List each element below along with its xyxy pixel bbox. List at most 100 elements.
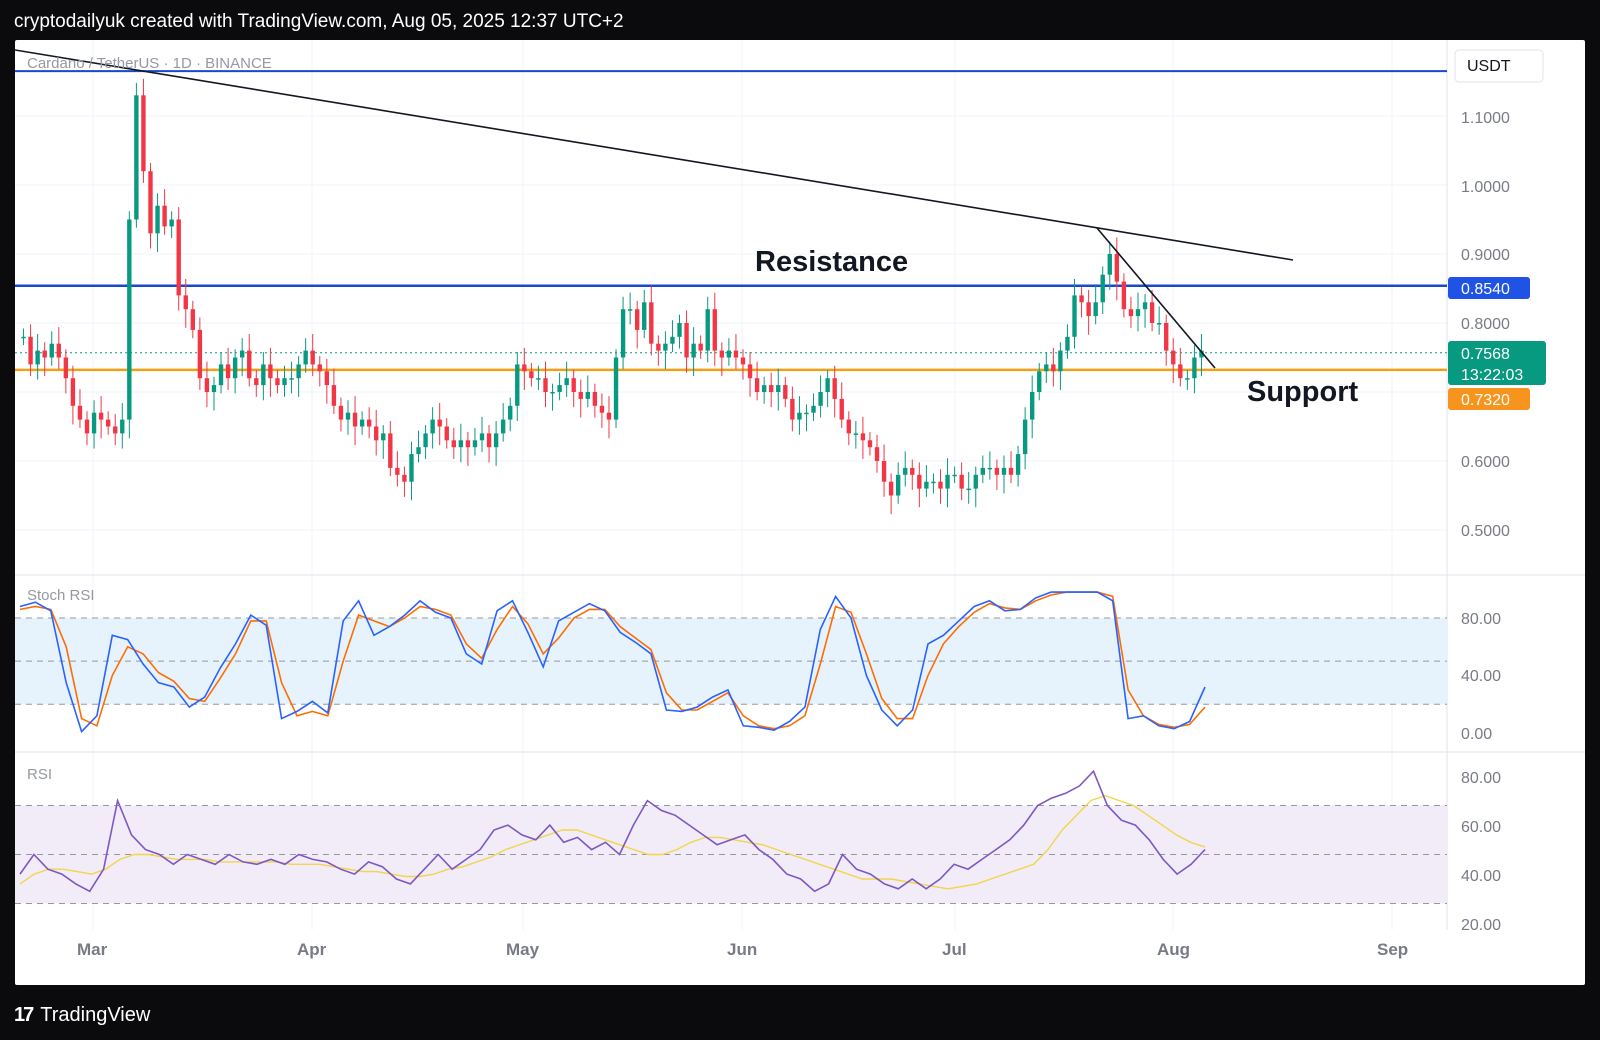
candle-body bbox=[395, 467, 400, 475]
candle-body bbox=[783, 385, 788, 399]
x-tick-apr: Apr bbox=[297, 940, 327, 959]
candle-body bbox=[352, 412, 358, 427]
candle-body bbox=[21, 336, 26, 339]
candle-body bbox=[77, 405, 83, 420]
candle-body bbox=[1030, 392, 1035, 420]
candle-body bbox=[853, 433, 859, 435]
candle-body bbox=[1185, 378, 1190, 380]
candle-body bbox=[345, 412, 351, 420]
candle-body bbox=[719, 350, 725, 358]
candle-body bbox=[35, 350, 40, 365]
candle-body bbox=[910, 467, 915, 475]
candle-body bbox=[818, 392, 823, 406]
candle-body bbox=[987, 467, 993, 470]
candle-body bbox=[761, 385, 767, 392]
chart-title: Cardano / TetherUS · 1D · BINANCE bbox=[27, 55, 272, 72]
price-tick-6: 0.5000 bbox=[1461, 523, 1510, 540]
candle-body bbox=[536, 378, 541, 380]
price-tick-5: 0.6000 bbox=[1461, 454, 1510, 471]
candle-body bbox=[42, 350, 47, 358]
candle-body bbox=[1121, 281, 1127, 310]
candle-body bbox=[550, 392, 555, 394]
candle-body bbox=[1142, 302, 1148, 310]
grid-lines bbox=[15, 40, 1585, 930]
rsi-tick-40: 40.00 bbox=[1461, 868, 1501, 885]
tradingview-footer[interactable]: 17 TradingView bbox=[14, 1004, 150, 1027]
stoch-tick-0: 0.00 bbox=[1461, 726, 1492, 743]
candle-body bbox=[113, 426, 118, 434]
candle-body bbox=[1079, 295, 1084, 303]
tradingview-logo-icon: 17 bbox=[14, 1004, 34, 1026]
candle-body bbox=[698, 343, 703, 351]
candle-body bbox=[91, 412, 97, 434]
candle-body bbox=[564, 378, 569, 386]
candle-body bbox=[63, 357, 69, 379]
candle-body bbox=[1149, 302, 1155, 323]
candle-body bbox=[303, 350, 308, 365]
candle-body bbox=[1037, 371, 1042, 392]
candle-body bbox=[1156, 323, 1162, 325]
candle-body bbox=[754, 378, 760, 392]
candlesticks bbox=[21, 78, 1204, 515]
candle-body bbox=[402, 474, 407, 482]
candle-body bbox=[903, 467, 908, 475]
candle-body bbox=[670, 336, 675, 344]
candle-body bbox=[917, 474, 922, 489]
currency-label: USDT bbox=[1467, 58, 1511, 75]
price-tick-4: 0.8000 bbox=[1461, 316, 1510, 333]
candle-body bbox=[592, 392, 598, 406]
candle-body bbox=[874, 447, 880, 461]
candle-body bbox=[451, 440, 456, 448]
candle-body bbox=[1100, 274, 1105, 303]
candle-body bbox=[811, 405, 816, 413]
rsi-tick-20: 20.00 bbox=[1461, 917, 1501, 934]
candle-body bbox=[282, 378, 287, 386]
candle-body bbox=[141, 95, 146, 172]
candle-body bbox=[388, 433, 393, 468]
candle-body bbox=[56, 343, 61, 358]
candle-body bbox=[860, 433, 866, 441]
candle-body bbox=[846, 419, 851, 434]
candle-body bbox=[225, 364, 231, 379]
candle-body bbox=[500, 419, 506, 434]
candle-body bbox=[994, 467, 1000, 475]
candle-body bbox=[465, 440, 471, 448]
candle-body bbox=[1051, 364, 1056, 372]
candle-body bbox=[663, 343, 668, 351]
candle-body bbox=[169, 219, 174, 227]
support-price-text: 0.7320 bbox=[1461, 392, 1510, 409]
candle-body bbox=[1065, 336, 1070, 351]
candle-body bbox=[867, 440, 873, 448]
x-tick-jul: Jul bbox=[942, 940, 967, 959]
candle-body bbox=[444, 426, 449, 441]
countdown-text: 13:22:03 bbox=[1461, 367, 1523, 384]
candle-body bbox=[585, 392, 590, 399]
stoch-rsi-label: Stoch RSI bbox=[27, 587, 95, 604]
candle-body bbox=[317, 364, 322, 372]
candle-body bbox=[649, 302, 654, 344]
candle-body bbox=[430, 419, 435, 434]
candle-body bbox=[472, 440, 478, 448]
candle-body bbox=[486, 433, 492, 448]
candle-body bbox=[127, 219, 132, 420]
candle-body bbox=[359, 419, 365, 427]
price-tick-1: 1.1000 bbox=[1461, 110, 1510, 127]
candle-body bbox=[70, 378, 76, 406]
short-trendline bbox=[1096, 227, 1216, 369]
candle-body bbox=[613, 357, 619, 420]
candle-body bbox=[627, 309, 633, 311]
candle-body bbox=[973, 474, 978, 489]
chart-panel[interactable]: Cardano / TetherUS · 1D · BINANCE Stoch … bbox=[15, 40, 1585, 985]
candle-body bbox=[606, 412, 612, 420]
support-annotation: Support bbox=[1247, 376, 1358, 408]
candle-body bbox=[479, 433, 485, 441]
chart-svg[interactable]: Cardano / TetherUS · 1D · BINANCE Stoch … bbox=[15, 40, 1585, 985]
candle-body bbox=[522, 364, 527, 372]
indicator-bands bbox=[15, 617, 1447, 904]
candle-body bbox=[959, 474, 964, 489]
candle-body bbox=[924, 481, 929, 489]
candle-body bbox=[204, 378, 210, 392]
candle-body bbox=[105, 419, 111, 427]
candle-body bbox=[740, 357, 746, 365]
candle-body bbox=[324, 371, 330, 386]
